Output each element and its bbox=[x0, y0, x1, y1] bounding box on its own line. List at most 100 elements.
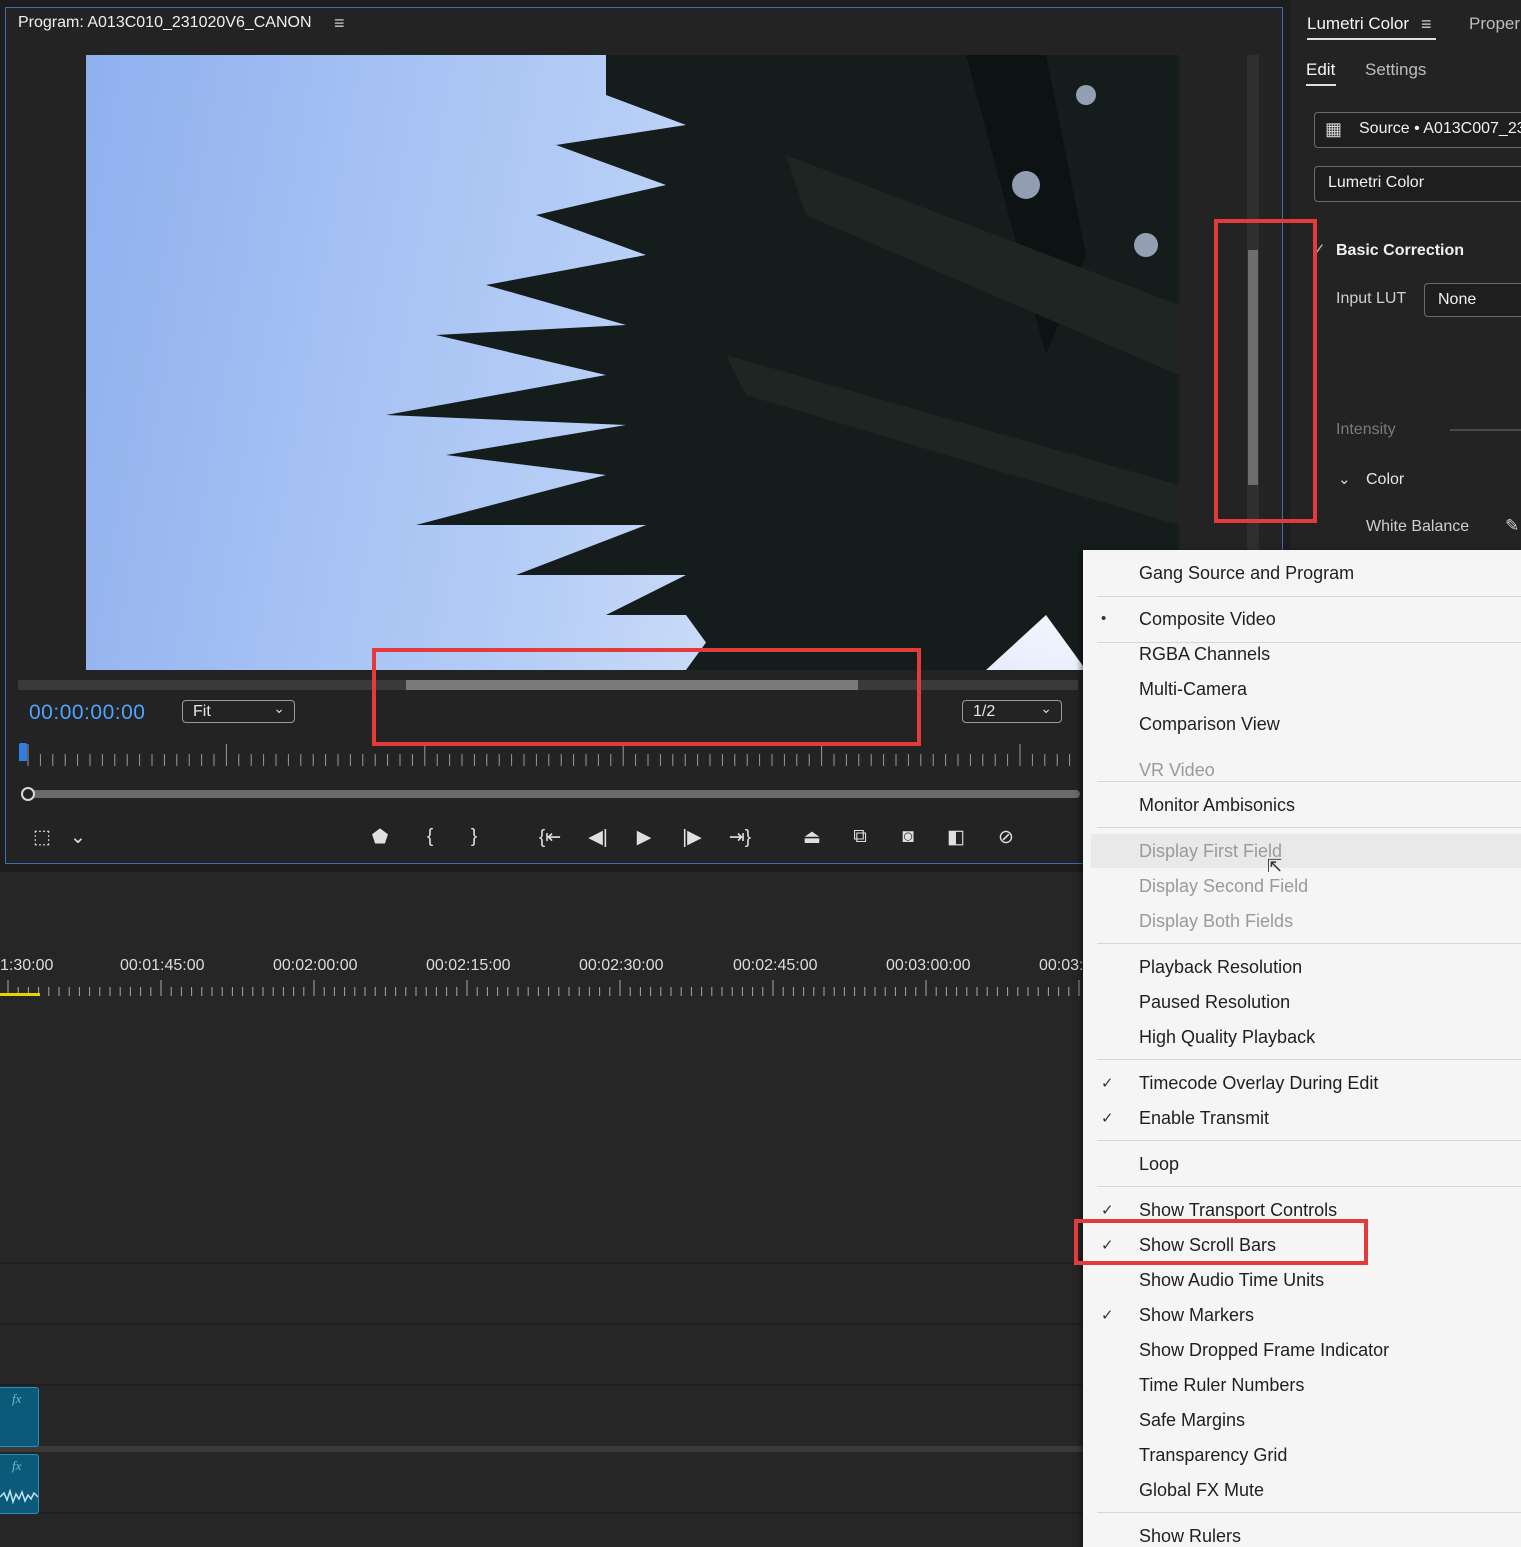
menu-item-multi-camera[interactable]: Multi-Camera bbox=[1139, 679, 1247, 700]
menu-item-show-transport-controls[interactable]: Show Transport Controls bbox=[1139, 1200, 1337, 1221]
tab-edit[interactable]: Edit bbox=[1306, 60, 1335, 80]
menu-item-loop[interactable]: Loop bbox=[1139, 1154, 1179, 1175]
highlight-box bbox=[1214, 219, 1317, 523]
zoom-level-value: Fit bbox=[193, 703, 211, 720]
clip-icon: ▦ bbox=[1325, 119, 1343, 139]
audio-clip[interactable]: fx bbox=[0, 1454, 39, 1514]
menu-separator bbox=[1097, 1059, 1521, 1060]
chevron-down-icon: ⌄ bbox=[1040, 700, 1052, 716]
resolution-value: 1/2 bbox=[973, 703, 996, 720]
zoom-scroll-handle[interactable] bbox=[21, 787, 35, 801]
menu-item-show-markers[interactable]: Show Markers bbox=[1139, 1305, 1254, 1326]
ruler-label: 00:01:45:00 bbox=[120, 957, 205, 974]
chevron-down-icon[interactable]: ⌄ bbox=[62, 822, 94, 852]
extract-icon[interactable]: ⧉ bbox=[844, 822, 876, 852]
tab-properties[interactable]: Proper bbox=[1469, 14, 1520, 34]
section-basic-correction[interactable]: Basic Correction bbox=[1336, 242, 1464, 260]
add-marker-icon[interactable]: ⬟ bbox=[364, 822, 396, 852]
chevron-down-icon: ⌄ bbox=[273, 700, 285, 716]
zoom-scroll-bar[interactable] bbox=[25, 790, 1080, 798]
effect-instance-label: Lumetri Color bbox=[1328, 174, 1425, 191]
menu-item-enable-transmit[interactable]: Enable Transmit bbox=[1139, 1108, 1269, 1129]
checkmark-icon: ✓ bbox=[1101, 1307, 1114, 1324]
menu-item-timecode-overlay-during-edit[interactable]: Timecode Overlay During Edit bbox=[1139, 1073, 1378, 1094]
menu-item-rgba-channels[interactable]: RGBA Channels bbox=[1139, 644, 1270, 665]
menu-separator bbox=[1097, 596, 1521, 597]
playback-resolution-dropdown[interactable]: 1/2 ⌄ bbox=[962, 700, 1062, 723]
checkmark-icon: ✓ bbox=[1101, 1110, 1114, 1127]
lift-icon[interactable]: ⏏ bbox=[796, 822, 828, 852]
menu-separator bbox=[1097, 1140, 1521, 1141]
menu-item-paused-resolution[interactable]: Paused Resolution bbox=[1139, 992, 1290, 1013]
hamburger-icon[interactable]: ≡ bbox=[334, 13, 345, 34]
tab-lumetri-color[interactable]: Lumetri Color bbox=[1307, 14, 1409, 34]
intensity-label: Intensity bbox=[1336, 421, 1396, 438]
mark-out-icon[interactable]: } bbox=[458, 822, 490, 852]
fx-badge: fx bbox=[12, 1458, 22, 1473]
menu-item-monitor-ambisonics[interactable]: Monitor Ambisonics bbox=[1139, 795, 1295, 816]
menu-item-gang-source-and-program[interactable]: Gang Source and Program bbox=[1139, 563, 1354, 584]
track-divider bbox=[0, 1512, 1085, 1514]
menu-item-safe-margins[interactable]: Safe Margins bbox=[1139, 1410, 1245, 1431]
menu-item-transparency-grid[interactable]: Transparency Grid bbox=[1139, 1445, 1287, 1466]
ruler-label: 00:03:00:00 bbox=[886, 957, 971, 974]
track-divider bbox=[0, 1446, 1085, 1452]
menu-separator bbox=[1097, 781, 1521, 782]
safe-margins-toggle-icon[interactable]: ⬚ bbox=[26, 822, 58, 852]
mark-in-icon[interactable]: { bbox=[414, 822, 446, 852]
go-to-out-icon[interactable]: ⇥} bbox=[724, 822, 756, 852]
work-area-bar[interactable] bbox=[0, 993, 40, 996]
waveform-icon bbox=[0, 1488, 38, 1505]
zoom-level-dropdown[interactable]: Fit ⌄ bbox=[182, 700, 295, 723]
menu-item-show-dropped-frame-indicator[interactable]: Show Dropped Frame Indicator bbox=[1139, 1340, 1389, 1361]
ruler-label: 00:03: bbox=[1039, 957, 1084, 974]
menu-item-comparison-view[interactable]: Comparison View bbox=[1139, 714, 1280, 735]
video-clip[interactable]: fx bbox=[0, 1387, 39, 1447]
menu-separator bbox=[1097, 1512, 1521, 1513]
camera-export-frame-icon[interactable]: ◙ bbox=[892, 822, 924, 852]
menu-item-time-ruler-numbers[interactable]: Time Ruler Numbers bbox=[1139, 1375, 1304, 1396]
track-divider bbox=[0, 1384, 1085, 1386]
menu-item-show-rulers[interactable]: Show Rulers bbox=[1139, 1526, 1241, 1547]
mouse-cursor-icon: ⇱ bbox=[1267, 856, 1283, 876]
menu-item-composite-video[interactable]: Composite Video bbox=[1139, 609, 1276, 630]
menu-item-display-second-field: Display Second Field bbox=[1139, 876, 1309, 896]
tree-silhouette-image bbox=[86, 55, 1179, 670]
program-monitor-title: Program: A013C010_231020V6_CANON bbox=[18, 14, 312, 31]
step-forward-icon[interactable]: |▶ bbox=[676, 822, 708, 852]
menu-separator bbox=[1097, 642, 1521, 643]
active-subtab-underline bbox=[1306, 84, 1336, 86]
chevron-down-icon[interactable]: ⌄ bbox=[1338, 470, 1351, 488]
section-color[interactable]: Color bbox=[1366, 471, 1404, 489]
input-lut-value: None bbox=[1438, 291, 1477, 308]
intensity-slider[interactable] bbox=[1450, 429, 1521, 431]
proxy-toggle-icon[interactable]: ⊘ bbox=[990, 822, 1022, 852]
hamburger-icon[interactable]: ≡ bbox=[1421, 14, 1432, 35]
video-preview bbox=[86, 55, 1179, 670]
active-tab-underline bbox=[1307, 38, 1436, 40]
menu-item-show-audio-time-units[interactable]: Show Audio Time Units bbox=[1139, 1270, 1324, 1291]
menu-item-display-first-field: Display First Field bbox=[1139, 841, 1283, 861]
go-to-in-icon[interactable]: {⇤ bbox=[534, 822, 566, 852]
play-icon[interactable]: ▶ bbox=[628, 822, 660, 852]
menu-separator bbox=[1097, 943, 1521, 944]
menu-item-global-fx-mute[interactable]: Global FX Mute bbox=[1139, 1480, 1264, 1501]
step-back-icon[interactable]: ◀| bbox=[582, 822, 614, 852]
menu-item-high-quality-playback[interactable]: High Quality Playback bbox=[1139, 1027, 1315, 1048]
comparison-view-icon[interactable]: ◧ bbox=[940, 822, 972, 852]
menu-item-vr-video: VR Video bbox=[1139, 760, 1215, 780]
tab-settings[interactable]: Settings bbox=[1365, 60, 1426, 80]
track-divider bbox=[0, 1323, 1085, 1325]
checkmark-icon: ✓ bbox=[1101, 1202, 1114, 1219]
playhead-timecode[interactable]: 00:00:00:00 bbox=[29, 701, 145, 725]
ruler-label: 1:30:00 bbox=[0, 957, 54, 974]
playhead-marker[interactable] bbox=[19, 743, 27, 761]
eyedropper-icon[interactable]: ✎ bbox=[1505, 516, 1519, 536]
menu-item-playback-resolution[interactable]: Playback Resolution bbox=[1139, 957, 1302, 978]
ruler-label: 00:02:45:00 bbox=[733, 957, 818, 974]
checkmark-icon: ✓ bbox=[1101, 1075, 1114, 1092]
input-lut-label: Input LUT bbox=[1336, 290, 1407, 307]
menu-separator bbox=[1097, 1186, 1521, 1187]
track-divider bbox=[0, 1262, 1085, 1264]
menu-separator bbox=[1097, 827, 1521, 828]
